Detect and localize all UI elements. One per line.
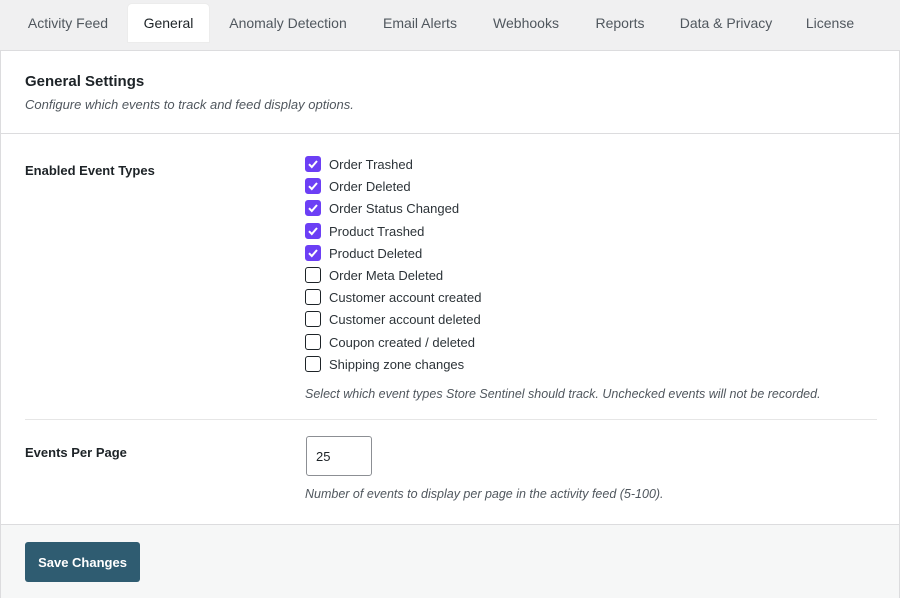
- checkbox-label: Customer account deleted: [329, 311, 481, 327]
- save-changes-button[interactable]: Save Changes: [25, 542, 140, 582]
- checkbox-icon[interactable]: [305, 334, 321, 350]
- checkbox-coupon-created-deleted[interactable]: Coupon created / deleted: [305, 332, 625, 352]
- tab-data-privacy[interactable]: Data & Privacy: [670, 4, 782, 42]
- checkbox-label: Product Trashed: [329, 223, 425, 239]
- tab-license[interactable]: License: [796, 4, 864, 42]
- checkbox-product-deleted[interactable]: Product Deleted: [305, 243, 625, 263]
- event-types-help-text: Select which event types Store Sentinel …: [305, 387, 821, 401]
- tab-activity-feed[interactable]: Activity Feed: [16, 4, 120, 42]
- checkbox-label: Order Deleted: [329, 178, 411, 194]
- checkbox-order-deleted[interactable]: Order Deleted: [305, 176, 625, 196]
- section-divider: [25, 419, 877, 420]
- checkbox-label: Order Status Changed: [329, 200, 460, 216]
- checkbox-icon[interactable]: [305, 200, 321, 216]
- checkbox-customer-account-created[interactable]: Customer account created: [305, 287, 625, 307]
- card-footer: Save Changes: [1, 524, 899, 598]
- checkbox-label: Order Trashed: [329, 156, 413, 172]
- checkbox-customer-account-deleted[interactable]: Customer account deleted: [305, 309, 625, 329]
- settings-tabs: Activity Feed General Anomaly Detection …: [0, 0, 900, 50]
- settings-card: General Settings Configure which events …: [0, 50, 900, 598]
- checkbox-label: Customer account created: [329, 289, 482, 305]
- checkbox-order-meta-deleted[interactable]: Order Meta Deleted: [305, 265, 625, 285]
- events-per-page-label: Events Per Page: [25, 445, 127, 460]
- checkbox-icon[interactable]: [305, 245, 321, 261]
- checkbox-product-trashed[interactable]: Product Trashed: [305, 221, 625, 241]
- tab-reports[interactable]: Reports: [584, 4, 656, 42]
- tab-webhooks[interactable]: Webhooks: [482, 4, 570, 42]
- checkbox-icon[interactable]: [305, 311, 321, 327]
- checkbox-icon[interactable]: [305, 178, 321, 194]
- tab-anomaly-detection[interactable]: Anomaly Detection: [218, 4, 358, 42]
- checkbox-icon[interactable]: [305, 289, 321, 305]
- tab-general[interactable]: General: [128, 4, 209, 42]
- checkbox-icon[interactable]: [305, 356, 321, 372]
- checkbox-order-status-changed[interactable]: Order Status Changed: [305, 198, 625, 218]
- checkbox-icon[interactable]: [305, 267, 321, 283]
- checkbox-shipping-zone-changes[interactable]: Shipping zone changes: [305, 354, 625, 374]
- tab-email-alerts[interactable]: Email Alerts: [370, 4, 470, 42]
- checkbox-label: Product Deleted: [329, 245, 423, 261]
- events-per-page-help-text: Number of events to display per page in …: [305, 487, 664, 501]
- checkbox-order-trashed[interactable]: Order Trashed: [305, 154, 625, 174]
- checkbox-label: Shipping zone changes: [329, 356, 465, 372]
- section-description: Configure which events to track and feed…: [25, 97, 354, 112]
- section-title: General Settings: [25, 73, 145, 90]
- checkbox-icon[interactable]: [305, 156, 321, 172]
- checkbox-label: Order Meta Deleted: [329, 267, 444, 283]
- card-header: General Settings Configure which events …: [1, 51, 899, 134]
- checkbox-label: Coupon created / deleted: [329, 334, 475, 350]
- enabled-event-types-label: Enabled Event Types: [25, 163, 155, 178]
- checkbox-icon[interactable]: [305, 223, 321, 239]
- events-per-page-input[interactable]: [306, 436, 372, 476]
